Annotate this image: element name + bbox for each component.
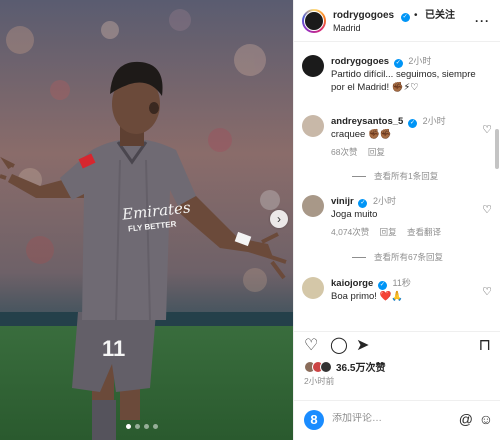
jersey-number: 11	[102, 336, 126, 361]
likes-count[interactable]: 36.5万次赞	[336, 359, 385, 374]
comment-item: kaiojorge ✓ 11秒 Boa primo! ❤️🙏 ♡	[302, 277, 492, 303]
comment-username[interactable]: vinijr	[331, 196, 354, 207]
comment-text: craquee ✊🏾✊🏾	[331, 129, 392, 140]
next-photo-button[interactable]: ›	[270, 210, 288, 228]
carousel-dot	[153, 424, 158, 429]
carousel-dot	[144, 424, 149, 429]
comment-time: 2小时	[372, 196, 396, 206]
emoji-icon[interactable]: ☺	[479, 411, 493, 427]
action-bar: ♡ ◯ ➤ ⊓	[294, 331, 500, 359]
comment-item: andreysantos_5 ✓ 2小时 craquee ✊🏾✊🏾 68次赞 回…	[302, 115, 492, 159]
view-replies-button[interactable]: 查看所有67条回复	[352, 251, 443, 263]
heart-icon[interactable]: ♡	[304, 337, 318, 355]
avatar[interactable]	[302, 195, 324, 217]
user-avatar: 8	[304, 410, 324, 430]
send-icon[interactable]: ➤	[356, 337, 369, 355]
comments-list: rodrygogoes ✓ 2小时 Partido difícil... seg…	[294, 43, 500, 330]
carousel-dot	[126, 424, 131, 429]
verified-badge-icon: ✓	[407, 119, 417, 128]
avatar[interactable]	[302, 115, 324, 137]
follow-button[interactable]: 已关注	[425, 10, 455, 21]
reply-button[interactable]: 回复	[380, 227, 397, 237]
comment-input[interactable]	[332, 413, 442, 424]
verified-badge-icon: ✓	[400, 12, 410, 22]
heart-icon[interactable]: ♡	[482, 285, 492, 298]
more-options-icon[interactable]: ···	[475, 14, 490, 28]
post-username[interactable]: rodrygogoes	[333, 10, 394, 21]
verified-badge-icon: ✓	[358, 199, 368, 208]
post-time: 2小时前	[304, 376, 335, 386]
post-location[interactable]: Madrid	[333, 22, 455, 34]
avatar	[320, 360, 332, 373]
heart-icon[interactable]: ♡	[482, 203, 492, 216]
caption: rodrygogoes ✓ 2小时 Partido difícil... seg…	[302, 55, 492, 94]
comment-likes[interactable]: 68次赞	[331, 147, 357, 157]
comment-username[interactable]: kaiojorge	[331, 278, 373, 289]
post-photo: Emirates FLY BETTER 11 ›	[0, 0, 293, 440]
heart-icon[interactable]: ♡	[482, 123, 492, 136]
comment-item: vinijr ✓ 2小时 Joga muito 4,074次赞 回复 查看翻译 …	[302, 195, 492, 239]
carousel-dots	[126, 424, 158, 429]
likes-row[interactable]: 36.5万次赞	[304, 359, 385, 374]
comment-time: 2小时	[408, 56, 432, 66]
comment-username[interactable]: rodrygogoes	[331, 56, 389, 67]
add-comment-bar: 8 @ ☺	[294, 400, 500, 440]
comment-icon[interactable]: ◯	[330, 337, 348, 355]
comment-username[interactable]: andreysantos_5	[331, 116, 403, 127]
reply-button[interactable]: 回复	[368, 147, 385, 157]
verified-badge-icon: ✓	[377, 281, 387, 290]
scrollbar[interactable]	[495, 129, 499, 169]
mention-icon[interactable]: @	[459, 411, 473, 427]
comment-time: 11秒	[392, 278, 411, 288]
chevron-right-icon: ›	[277, 212, 281, 226]
avatar[interactable]	[302, 277, 324, 299]
comment-text: Joga muito	[331, 209, 378, 220]
comment-text: Partido difícil... seguimos, siempre por…	[331, 69, 476, 93]
avatar[interactable]	[302, 55, 324, 77]
translate-button[interactable]: 查看翻译	[407, 227, 441, 237]
post-sidebar: rodrygogoes ✓ • 已关注 Madrid ··· rodrygogo…	[293, 0, 500, 440]
avatar[interactable]	[302, 8, 326, 33]
comment-text: Boa primo! ❤️🙏	[331, 291, 404, 302]
post-header: rodrygogoes ✓ • 已关注 Madrid ···	[294, 0, 500, 42]
carousel-dot	[135, 424, 140, 429]
verified-badge-icon: ✓	[393, 59, 403, 68]
bookmark-icon[interactable]: ⊓	[479, 337, 491, 355]
comment-time: 2小时	[422, 116, 446, 126]
view-replies-button[interactable]: 查看所有1条回复	[352, 170, 438, 182]
comment-likes[interactable]: 4,074次赞	[331, 227, 369, 237]
